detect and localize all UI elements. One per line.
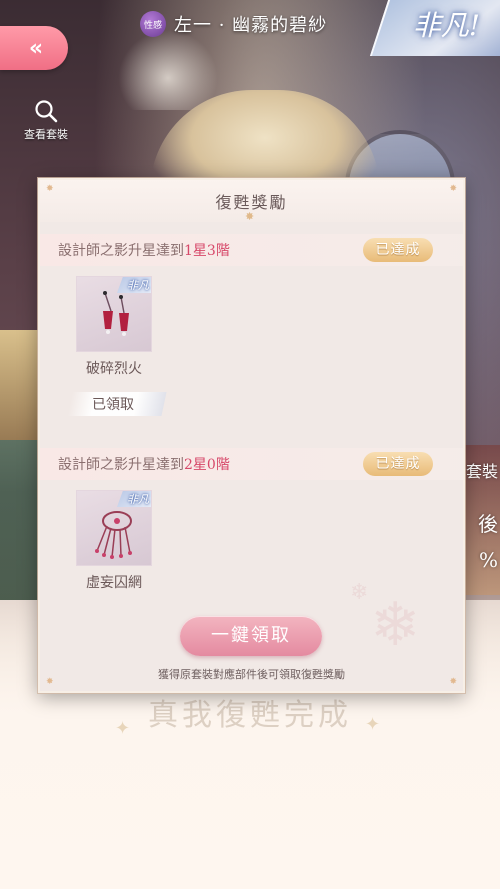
chandelier-glow <box>118 30 218 110</box>
right-partial-text: 套裝 <box>465 462 498 481</box>
reward-item-name: 虛妄囚網 <box>86 575 142 591</box>
reward-item-card[interactable]: 非凡 <box>76 276 152 352</box>
requirement-text: 設計師之影升星達到2星0階 <box>58 454 230 474</box>
requirement-text: 設計師之影升星達到1星3階 <box>58 240 230 260</box>
corner-ornament-icon: ✸ <box>46 184 54 194</box>
requirement-value: 2星0階 <box>184 457 230 473</box>
corner-ornament-icon: ✸ <box>449 184 457 194</box>
achieved-badge: 已達成 <box>363 452 433 476</box>
magnifier-icon <box>35 100 58 123</box>
claim-all-button[interactable]: 一鍵領取 <box>180 616 322 656</box>
left-outfit-card-lower <box>0 440 40 600</box>
trait-badge: 性感 <box>140 11 166 37</box>
back-button[interactable]: « <box>0 26 68 70</box>
requirement-prefix: 設計師之影升星達到 <box>58 243 184 259</box>
modal-header: 復甦獎勵 ✸ <box>40 180 463 223</box>
reward-section-header: 設計師之影升星達到1星3階 已達成 <box>40 234 463 266</box>
watermark-text: 真我復甦完成 <box>148 698 352 733</box>
reward-item-card[interactable]: 非凡 <box>76 490 152 566</box>
reward-item-name: 破碎烈火 <box>86 361 142 377</box>
divider-star-icon: ✸ <box>245 210 255 223</box>
snowflake-decoration: ❄ <box>350 580 369 605</box>
outfit-title: 左一 · 幽霧的碧紗 <box>174 15 328 36</box>
snowflake-decoration: ❄ <box>370 590 421 660</box>
claimed-label: 已領取 <box>92 397 134 413</box>
item-rarity-label: 非凡 <box>127 493 149 506</box>
item-rarity-label: 非凡 <box>127 279 149 292</box>
requirement-value: 1星3階 <box>184 243 230 259</box>
outfit-title-bar: 性感 左一 · 幽霧的碧紗 <box>140 10 327 38</box>
requirement-prefix: 設計師之影升星達到 <box>58 457 184 473</box>
modal-hint-text: 獲得原套裝對應部件後可領取復甦獎勵 <box>158 668 345 681</box>
view-outfit-label: 查看套裝 <box>24 128 68 141</box>
double-chevron-left-icon: « <box>28 35 43 61</box>
achieved-badge: 已達成 <box>363 238 433 262</box>
right-partial-text: 後 <box>478 512 498 536</box>
right-partial-text: % <box>478 548 498 572</box>
revival-rewards-modal: ❄ ❄ ❄ ❄ ❄ 復甦獎勵 ✸ ✸ ✸ ✸ ✸ 設計師之影升星達到1星3階 已… <box>38 178 465 693</box>
sparkle-icon: ✦ <box>115 718 131 739</box>
view-outfit-button[interactable]: 查看套裝 <box>14 98 78 142</box>
sparkle-icon: ✦ <box>365 714 381 735</box>
rarity-label: 非凡! <box>412 9 480 42</box>
reward-section-header: 設計師之影升星達到2星0階 已達成 <box>40 448 463 480</box>
